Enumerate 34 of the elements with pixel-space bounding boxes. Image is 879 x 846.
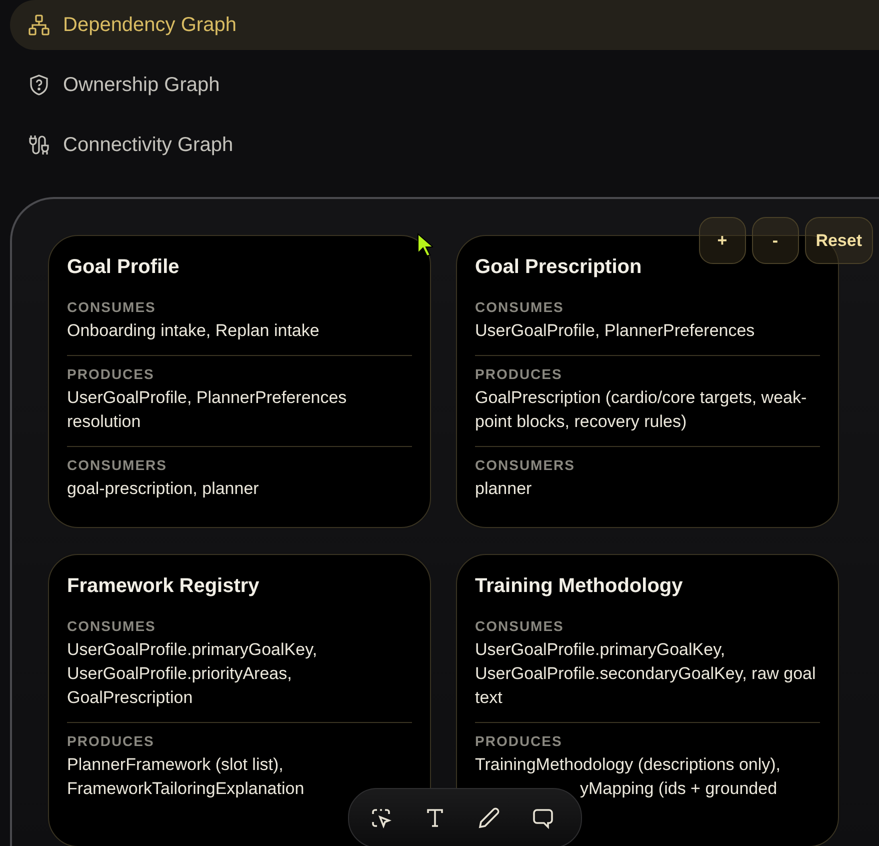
section-text: Onboarding intake, Replan intake [67, 320, 320, 342]
section-text: PlannerFramework (slot list), FrameworkTailoringExplanation [67, 754, 306, 800]
section-text: UserGoalProfile.primaryGoalKey, UserGoalProfile.priorityAreas, GoalPrescription [67, 639, 318, 709]
card-title: Goal Prescription [475, 256, 643, 279]
selection-icon[interactable] [369, 806, 393, 830]
hierarchy-icon [27, 13, 51, 37]
pencil-icon[interactable] [477, 806, 501, 830]
nav-item[interactable]: Dependency Graph [10, 0, 879, 50]
section-text: yMapping (ids + grounded [579, 778, 778, 800]
section-label: CONSUMERS [67, 457, 168, 473]
section-text: planner [475, 478, 533, 500]
section-label: PRODUCES [475, 366, 564, 382]
shield-question-icon [27, 73, 51, 97]
section-label: CONSUMES [67, 299, 157, 315]
section-text: UserGoalProfile, PlannerPreferences [475, 320, 756, 342]
section-label: PRODUCES [475, 733, 564, 749]
plug-icon [27, 133, 51, 157]
card-title: Goal Profile [67, 256, 180, 279]
section-text: TrainingMethodology (descriptions only), [475, 754, 782, 776]
section-text: UserGoalProfile, PlannerPreferences resolution [67, 387, 348, 433]
section-label: CONSUMERS [475, 457, 576, 473]
section-text: GoalPrescription (cardio/core targets, weak-point blocks, recovery rules) [475, 387, 808, 433]
section-label: PRODUCES [67, 366, 156, 382]
card-title: Framework Registry [67, 575, 260, 598]
section-label: CONSUMES [475, 299, 565, 315]
nav-item[interactable]: Connectivity Graph [10, 120, 879, 170]
section-label: CONSUMES [67, 618, 157, 634]
section-label: PRODUCES [67, 733, 156, 749]
section-text: UserGoalProfile.primaryGoalKey, UserGoalProfile.secondaryGoalKey, raw goal text [475, 639, 817, 709]
section-label: CONSUMES [475, 618, 565, 634]
card-title: Training Methodology [475, 575, 684, 598]
section-text: goal-prescription, planner [67, 478, 260, 500]
nav-item[interactable]: Ownership Graph [10, 60, 879, 110]
comment-icon[interactable] [531, 806, 555, 830]
